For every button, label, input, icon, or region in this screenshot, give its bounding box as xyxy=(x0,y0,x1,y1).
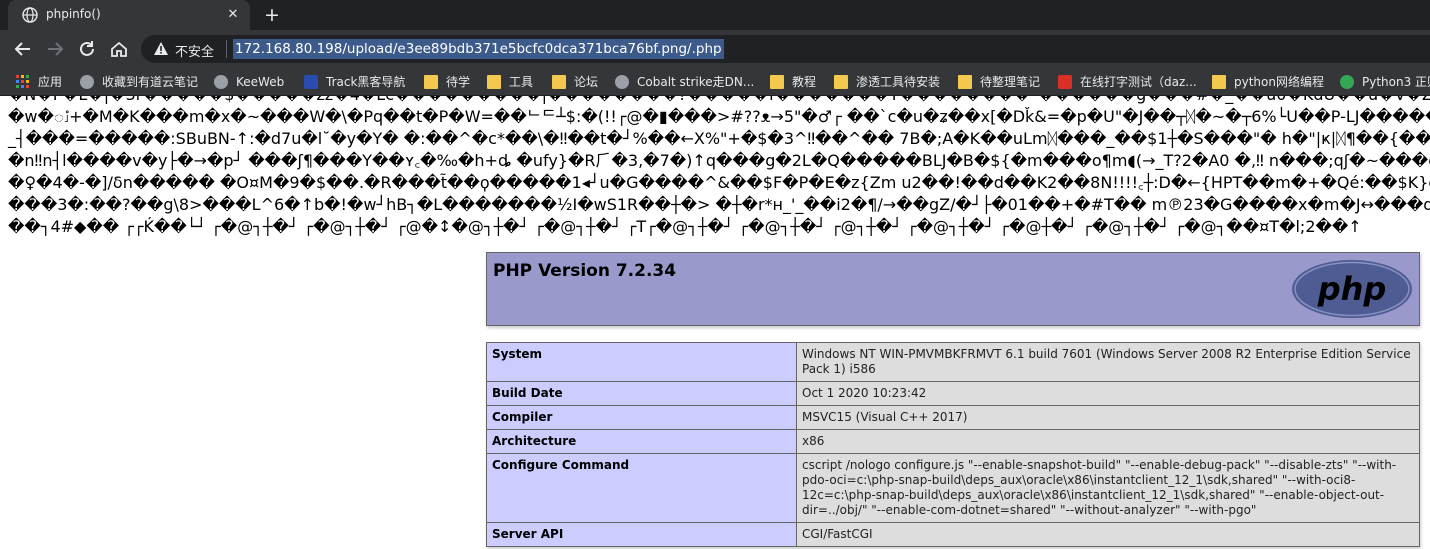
info-value: x86 xyxy=(796,429,1420,454)
garbage-line: ��┐4#◆�� ┌┌Ḱ��└┘ ┌�@┐┼�┘ ┌�@┐┼�┘ ┌@�↕�@┐… xyxy=(8,217,1362,236)
garbage-line: �w�ၨ+�M�K���m�x�~���W�\�Pq��t�P�W=��ᄂᄃ┴$… xyxy=(8,107,1430,126)
omnibox-divider xyxy=(226,40,227,58)
info-key: Configure Command xyxy=(486,453,797,523)
site-icon xyxy=(304,75,318,89)
bookmark-label: 待整理笔记 xyxy=(980,75,1041,89)
table-row: Server API CGI/FastCGI xyxy=(486,522,1420,547)
url-text[interactable]: 172.168.80.198/upload/e3ee89bdb371e5bcfc… xyxy=(233,39,724,59)
home-button[interactable] xyxy=(106,36,132,62)
info-key: Build Date xyxy=(486,381,797,406)
info-key: System xyxy=(486,342,797,382)
table-row: Configure Command cscript /nologo config… xyxy=(486,453,1420,523)
folder-icon xyxy=(770,75,784,89)
address-bar[interactable]: 不安全 172.168.80.198/upload/e3ee89bdb371e5… xyxy=(141,35,1430,63)
tab-phpinfo[interactable]: phpinfo() ✕ xyxy=(8,0,250,30)
bookmark-label: python网络编程 xyxy=(1234,75,1324,89)
forward-arrow-icon xyxy=(48,42,64,56)
php-version-header: PHP Version 7.2.34 php xyxy=(486,252,1420,326)
bookmark-label: KeeWeb xyxy=(236,75,285,89)
site-icon xyxy=(1340,75,1354,89)
reload-icon xyxy=(80,41,94,56)
table-row: Architecture x86 xyxy=(486,429,1420,454)
info-value: Oct 1 2020 10:23:42 xyxy=(796,381,1420,406)
globe-icon xyxy=(615,75,629,89)
bookmark-label: Python3 正则 xyxy=(1362,75,1430,89)
table-row: Build Date Oct 1 2020 10:23:42 xyxy=(486,381,1420,406)
info-value: Windows NT WIN-PMVMBKFRMVT 6.1 build 760… xyxy=(796,342,1420,382)
bookmark-label: 工具 xyxy=(509,75,534,89)
back-arrow-icon xyxy=(14,42,30,56)
bookmark-label: 论坛 xyxy=(574,75,599,89)
globe-icon xyxy=(22,7,38,23)
bookmark-label: 教程 xyxy=(792,75,817,89)
forward-button[interactable] xyxy=(42,36,68,62)
home-icon xyxy=(111,41,127,57)
folder-icon xyxy=(1212,75,1226,89)
info-key: Compiler xyxy=(486,405,797,430)
bookmarks-bar: 应用 收藏到有道云笔记 KeeWeb Track黑客导航 待学 工具 论坛 Co… xyxy=(0,68,1430,96)
garbage-line: _┤���=�����:SBuBN-↑:�d7u�l˘�y�Y� �:��^�c… xyxy=(8,129,1430,148)
folder-icon xyxy=(552,75,566,89)
bookmark-label: Cobalt strike走DN... xyxy=(637,75,755,89)
php-info-table: System Windows NT WIN-PMVMBKFRMVT 6.1 bu… xyxy=(486,342,1420,547)
apps-grid-icon xyxy=(16,75,29,88)
folder-icon xyxy=(487,75,501,89)
folder-icon xyxy=(834,75,848,89)
browser-toolbar: 不安全 172.168.80.198/upload/e3ee89bdb371e5… xyxy=(0,30,1430,68)
bookmark-label: 待学 xyxy=(446,75,471,89)
new-tab-button[interactable]: + xyxy=(260,3,284,27)
close-tab-icon[interactable]: ✕ xyxy=(224,6,242,24)
info-value: MSVC15 (Visual C++ 2017) xyxy=(796,405,1420,430)
folder-icon xyxy=(424,75,438,89)
folder-icon xyxy=(958,75,972,89)
bookmark-label: 应用 xyxy=(38,75,63,89)
info-key: Architecture xyxy=(486,429,797,454)
tab-title: phpinfo() xyxy=(46,7,101,21)
bookmark-label: 收藏到有道云笔记 xyxy=(102,75,199,89)
warning-icon xyxy=(154,42,168,55)
site-icon xyxy=(1058,75,1072,89)
bookmark-label: 渗透工具待安装 xyxy=(856,75,941,89)
svg-text:php: php xyxy=(1317,270,1387,308)
garbled-binary-output: �N�F�L�|�3r�����$�����zz�4�Lc���������|�… xyxy=(0,96,1430,236)
php-version-title: PHP Version 7.2.34 xyxy=(493,261,677,281)
globe-icon xyxy=(214,75,228,89)
tab-strip: phpinfo() ✕ + xyxy=(0,0,1430,30)
globe-icon xyxy=(80,75,94,89)
info-value: cscript /nologo configure.js "--enable-s… xyxy=(796,453,1420,523)
garbage-line: �n‼n┤l����v�y├�→�p┘ ���ʃ¶���Y��ʏ꜀�‰�h+ȡ … xyxy=(8,151,1430,170)
garbage-line: �♀�4�-�]/δn����� �O¤M�9�$��.�R���t̃��ϙ��… xyxy=(8,173,1430,192)
bookmark-label: 在线打字测试（daz... xyxy=(1080,75,1197,89)
back-button[interactable] xyxy=(10,36,36,62)
info-key: Server API xyxy=(486,522,797,547)
reload-button[interactable] xyxy=(74,36,100,62)
security-label[interactable]: 不安全 xyxy=(175,41,214,60)
table-row: System Windows NT WIN-PMVMBKFRMVT 6.1 bu… xyxy=(486,342,1420,382)
garbage-line: ���3�:��?��g\8>���L^6�↑b�!�w┘hB┐�L������… xyxy=(8,195,1430,214)
garbage-line: �N�F�L�|�3r�����$�����zz�4�Lc���������|�… xyxy=(8,96,1430,106)
php-logo-icon[interactable]: php xyxy=(1291,259,1413,319)
bookmark-label: Track黑客导航 xyxy=(326,75,406,89)
table-row: Compiler MSVC15 (Visual C++ 2017) xyxy=(486,405,1420,430)
info-value: CGI/FastCGI xyxy=(796,522,1420,547)
